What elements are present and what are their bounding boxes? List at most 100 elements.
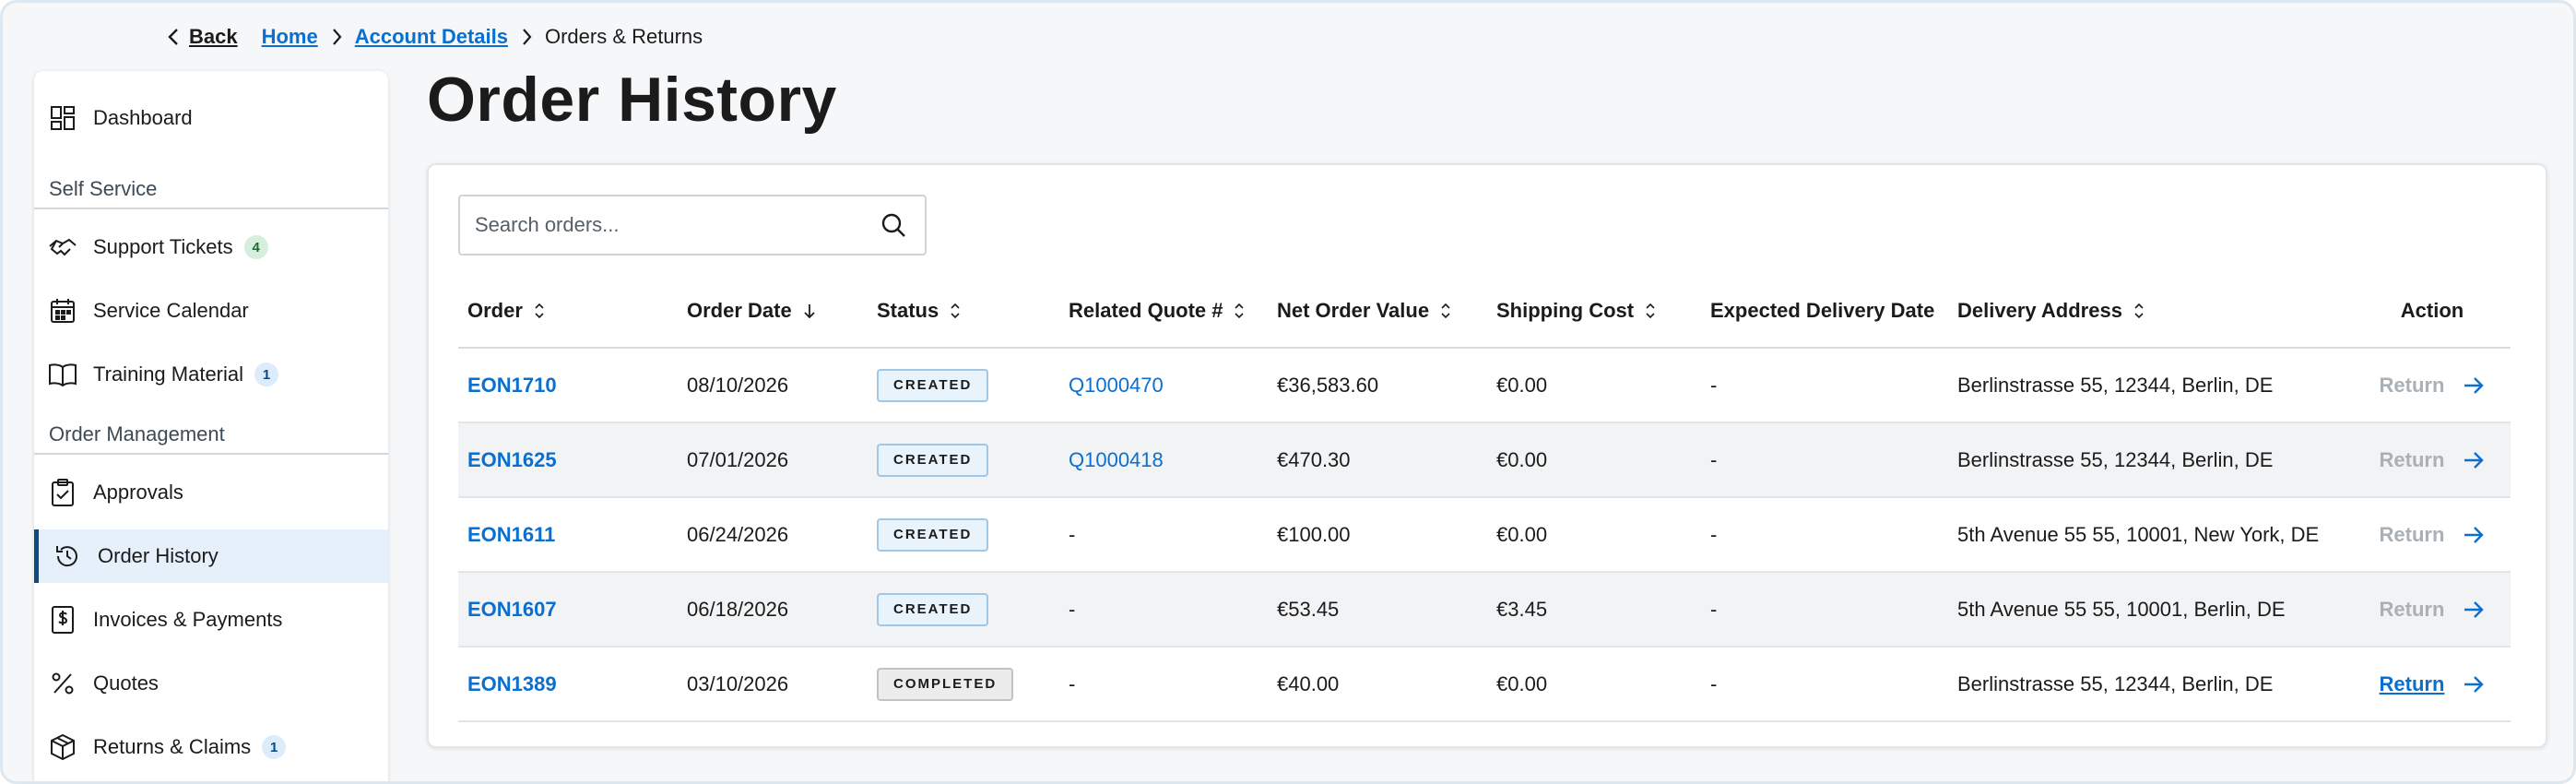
arrow-right-icon[interactable] bbox=[2463, 674, 2485, 695]
sort-icon bbox=[1235, 303, 1245, 318]
search-input[interactable] bbox=[460, 196, 875, 254]
orders-table: Order Order Date Status Related Quote # … bbox=[458, 274, 2511, 722]
order-date-cell: 07/01/2026 bbox=[678, 422, 868, 498]
app-window: Back Home Account Details Orders & Retur… bbox=[0, 0, 2576, 784]
sidebar-item-training-material[interactable]: Training Material 1 bbox=[34, 348, 388, 401]
net-value-cell: €470.30 bbox=[1268, 422, 1487, 498]
return-button[interactable]: Return bbox=[2380, 672, 2445, 696]
table-row: EON1611 06/24/2026 CREATED - €100.00 €0.… bbox=[458, 497, 2511, 573]
back-link[interactable]: Back bbox=[167, 25, 238, 49]
sidebar-item-quotes[interactable]: Quotes bbox=[34, 657, 388, 710]
invoice-dollar-icon bbox=[47, 604, 78, 636]
arrow-right-icon[interactable] bbox=[2463, 375, 2485, 396]
column-header-shipping-cost[interactable]: Shipping Cost bbox=[1487, 274, 1701, 349]
sidebar-section-order-management: Order Management bbox=[34, 416, 388, 455]
sidebar-item-label: Quotes bbox=[93, 671, 159, 695]
order-date-cell: 03/10/2026 bbox=[678, 647, 868, 722]
sidebar-item-label: Service Calendar bbox=[93, 299, 249, 322]
count-badge: 4 bbox=[243, 235, 268, 259]
status-badge: CREATED bbox=[877, 443, 989, 477]
column-header-action: Action bbox=[2354, 274, 2511, 349]
sidebar-item-label: Dashboard bbox=[93, 106, 193, 129]
sidebar-item-support-tickets[interactable]: Support Tickets 4 bbox=[34, 220, 388, 274]
sidebar-item-order-history[interactable]: Order History bbox=[34, 529, 388, 583]
order-link[interactable]: EON1389 bbox=[467, 672, 557, 695]
order-date-cell: 08/10/2026 bbox=[678, 348, 868, 423]
status-badge: COMPLETED bbox=[877, 667, 1014, 701]
quote-link[interactable]: Q1000470 bbox=[1069, 374, 1164, 397]
sidebar-item-dashboard[interactable]: Dashboard bbox=[34, 91, 388, 145]
sidebar-item-service-calendar[interactable]: Service Calendar bbox=[34, 284, 388, 338]
delivery-address-cell: Berlinstrasse 55, 12344, Berlin, DE bbox=[1948, 348, 2354, 423]
delivery-address-cell: Berlinstrasse 55, 12344, Berlin, DE bbox=[1948, 422, 2354, 498]
clipboard-check-icon bbox=[47, 477, 78, 508]
column-header-net-order-value[interactable]: Net Order Value bbox=[1268, 274, 1487, 349]
breadcrumb-account-details[interactable]: Account Details bbox=[355, 25, 508, 49]
sort-icon bbox=[2134, 303, 2144, 318]
handshake-icon bbox=[47, 232, 78, 263]
order-date-cell: 06/18/2026 bbox=[678, 572, 868, 647]
count-badge: 1 bbox=[254, 362, 279, 386]
shipping-cost-cell: €0.00 bbox=[1487, 422, 1701, 498]
expected-delivery-cell: - bbox=[1701, 497, 1948, 573]
search-icon[interactable] bbox=[875, 207, 912, 244]
breadcrumb: Back Home Account Details Orders & Retur… bbox=[167, 21, 703, 53]
column-header-expected-delivery: Expected Delivery Date bbox=[1701, 274, 1948, 349]
sidebar: Dashboard Self Service Support Tickets 4… bbox=[34, 71, 388, 781]
sort-descending-icon bbox=[804, 303, 815, 318]
expected-delivery-cell: - bbox=[1701, 348, 1948, 423]
net-value-cell: €100.00 bbox=[1268, 497, 1487, 573]
column-header-order[interactable]: Order bbox=[458, 274, 678, 349]
order-link[interactable]: EON1710 bbox=[467, 374, 557, 397]
dashboard-icon bbox=[47, 102, 78, 134]
sidebar-item-invoices-payments[interactable]: Invoices & Payments bbox=[34, 593, 388, 647]
arrow-right-icon[interactable] bbox=[2463, 600, 2485, 620]
return-button: Return bbox=[2379, 373, 2445, 397]
calendar-icon bbox=[47, 295, 78, 327]
chevron-right-icon bbox=[521, 27, 532, 47]
column-header-related-quote[interactable]: Related Quote # bbox=[1059, 274, 1268, 349]
column-header-status[interactable]: Status bbox=[868, 274, 1059, 349]
book-icon bbox=[47, 359, 78, 390]
page-title: Order History bbox=[427, 65, 837, 135]
quote-cell: - bbox=[1059, 647, 1268, 722]
column-header-delivery-address[interactable]: Delivery Address bbox=[1948, 274, 2354, 349]
table-row: EON1389 03/10/2026 COMPLETED - €40.00 €0… bbox=[458, 647, 2511, 722]
expected-delivery-cell: - bbox=[1701, 572, 1948, 647]
chevron-right-icon bbox=[331, 27, 342, 47]
return-button: Return bbox=[2379, 522, 2445, 546]
sidebar-item-label: Invoices & Payments bbox=[93, 608, 283, 631]
sidebar-item-approvals[interactable]: Approvals bbox=[34, 466, 388, 519]
quote-cell: - bbox=[1059, 497, 1268, 573]
table-row: EON1625 07/01/2026 CREATED Q1000418 €470… bbox=[458, 422, 2511, 498]
table-row: EON1607 06/18/2026 CREATED - €53.45 €3.4… bbox=[458, 572, 2511, 647]
return-button: Return bbox=[2379, 597, 2445, 621]
table-row: EON1710 08/10/2026 CREATED Q1000470 €36,… bbox=[458, 348, 2511, 423]
sidebar-item-label: Returns & Claims bbox=[93, 735, 252, 758]
package-return-icon bbox=[47, 731, 78, 763]
history-icon bbox=[52, 540, 83, 572]
net-value-cell: €36,583.60 bbox=[1268, 348, 1487, 423]
order-link[interactable]: EON1625 bbox=[467, 448, 557, 471]
shipping-cost-cell: €0.00 bbox=[1487, 497, 1701, 573]
orders-card: Order Order Date Status Related Quote # … bbox=[427, 163, 2547, 748]
sidebar-item-label: Training Material bbox=[93, 362, 244, 386]
sort-icon bbox=[535, 303, 544, 318]
arrow-right-icon[interactable] bbox=[2463, 450, 2485, 470]
table-header-row: Order Order Date Status Related Quote # … bbox=[458, 274, 2511, 349]
breadcrumb-home[interactable]: Home bbox=[262, 25, 318, 49]
quote-cell: - bbox=[1059, 572, 1268, 647]
column-header-order-date[interactable]: Order Date bbox=[678, 274, 868, 349]
sidebar-item-returns-claims[interactable]: Returns & Claims 1 bbox=[34, 720, 388, 774]
arrow-right-icon[interactable] bbox=[2463, 525, 2485, 545]
order-link[interactable]: EON1607 bbox=[467, 598, 557, 621]
sort-icon bbox=[951, 303, 960, 318]
quote-link[interactable]: Q1000418 bbox=[1069, 448, 1164, 471]
order-link[interactable]: EON1611 bbox=[467, 523, 555, 546]
expected-delivery-cell: - bbox=[1701, 422, 1948, 498]
status-badge: CREATED bbox=[877, 517, 989, 552]
breadcrumb-current: Orders & Returns bbox=[544, 25, 703, 48]
delivery-address-cell: 5th Avenue 55 55, 10001, New York, DE bbox=[1948, 497, 2354, 573]
sidebar-item-label: Support Tickets bbox=[93, 235, 233, 258]
status-badge: CREATED bbox=[877, 368, 989, 402]
